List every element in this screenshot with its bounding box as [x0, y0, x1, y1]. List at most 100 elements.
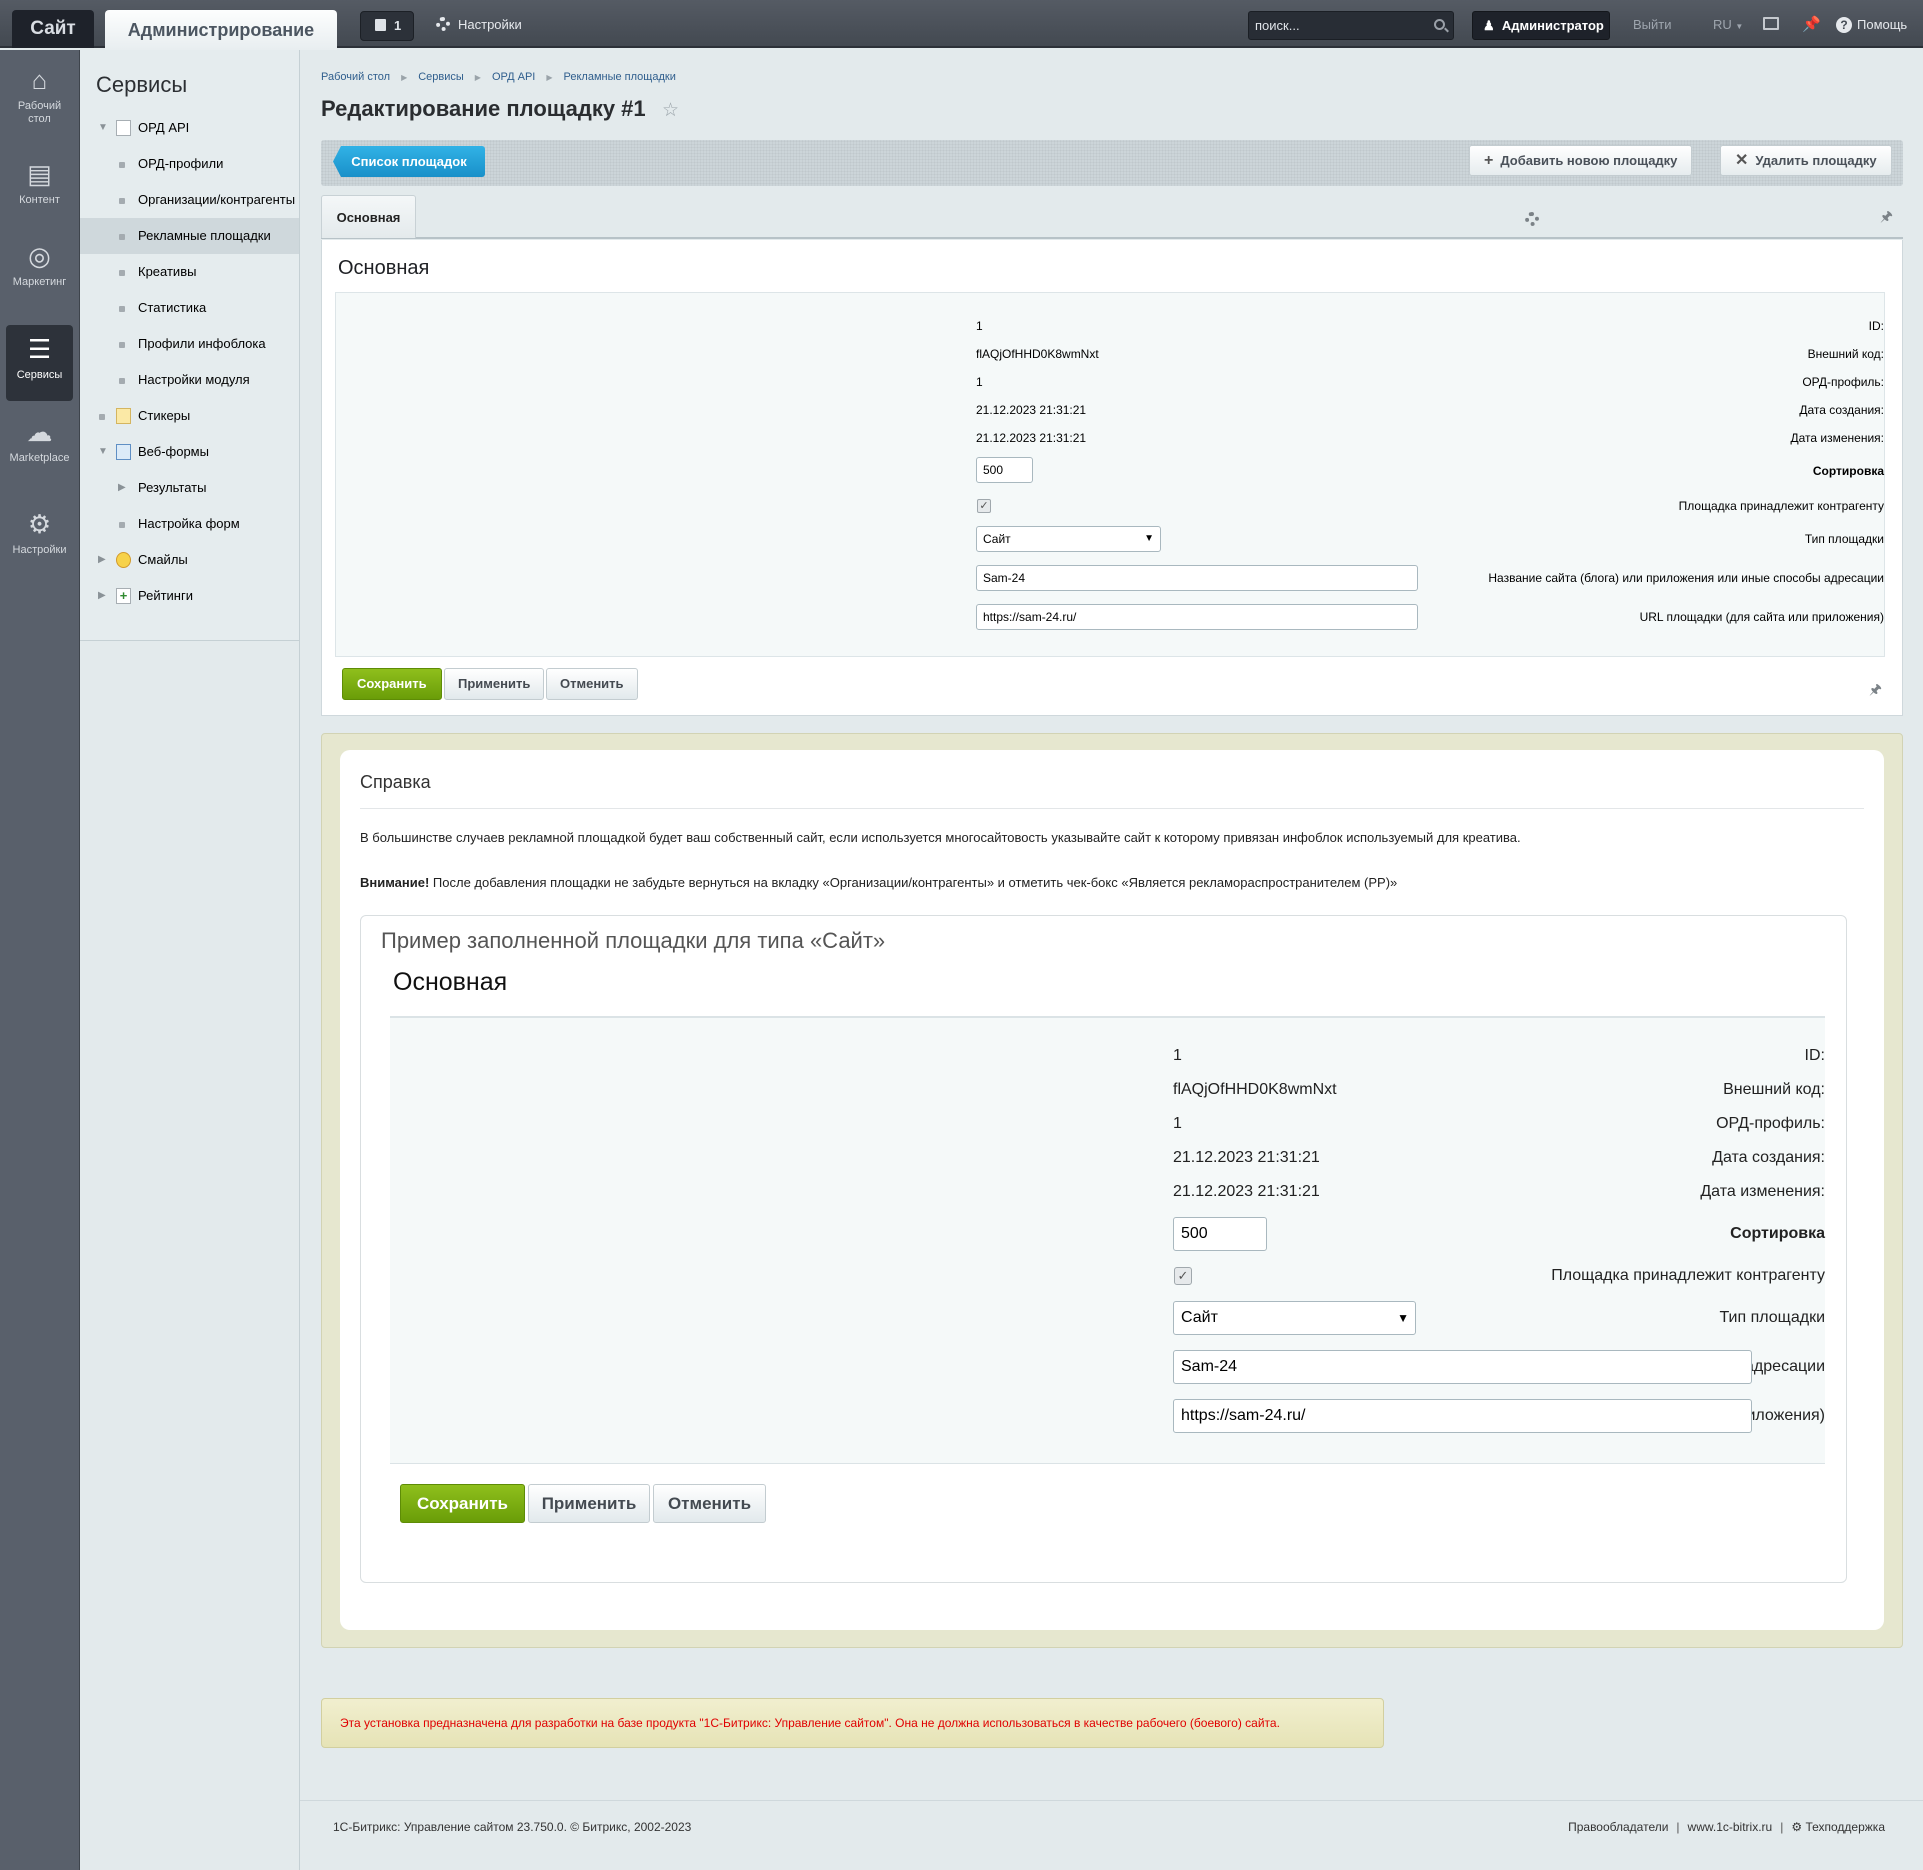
- field-label: Внешний код:: [1807, 347, 1884, 361]
- user-icon: ♟: [1483, 18, 1502, 33]
- sidebar-item-organizations[interactable]: Организации/контрагенты: [80, 182, 299, 218]
- bullet-icon: [119, 162, 125, 168]
- footer-link-site[interactable]: www.1c-bitrix.ru: [1688, 1820, 1773, 1834]
- language-select[interactable]: RU ▼: [1713, 14, 1743, 38]
- site-name-input[interactable]: Sam-24: [976, 565, 1418, 591]
- tabs-bar: Основная: [321, 195, 1903, 239]
- logout-link[interactable]: Выйти: [1633, 14, 1672, 36]
- field-external-code: Внешний код: flAQjOfHHD0K8wmNxt: [336, 344, 1884, 364]
- sidebar-item-webforms[interactable]: ▼ Веб-формы: [80, 434, 299, 470]
- search-input[interactable]: поиск...: [1248, 11, 1454, 40]
- cloud-download-icon: ☁: [26, 417, 53, 447]
- sidebar-item-label: ОРД-профили: [138, 156, 224, 171]
- pin-icon[interactable]: 🖈: [1880, 206, 1893, 230]
- admin-tab[interactable]: Администрирование: [105, 10, 337, 50]
- sidebar-item-label: Профили инфоблока: [138, 336, 266, 351]
- list-platforms-button[interactable]: Список площадок: [333, 146, 485, 177]
- example-fields: ID: 1 Внешний код: flAQjOfHHD0K8wmNxt ОРД-…: [390, 1016, 1825, 1464]
- rail-item-services[interactable]: ☰ Сервисы: [6, 325, 73, 401]
- layers-icon: ☰: [27, 334, 52, 364]
- user-button[interactable]: ♟ Администратор: [1472, 11, 1610, 40]
- field-label: ID:: [1804, 1047, 1825, 1064]
- sidebar-item-module-settings[interactable]: Настройки модуля: [80, 362, 299, 398]
- footer-link-rights[interactable]: Правообладатели: [1568, 1820, 1668, 1834]
- expanded-arrow-icon[interactable]: ▼: [98, 434, 108, 470]
- site-tab[interactable]: Сайт: [12, 10, 94, 48]
- type-select[interactable]: Сайт ▼: [976, 526, 1161, 552]
- sort-input[interactable]: 500: [976, 457, 1033, 483]
- sidebar-item-ratings[interactable]: ▶ + Рейтинги: [80, 578, 299, 614]
- expanded-arrow-icon[interactable]: ▼: [98, 110, 108, 146]
- collapsed-arrow-icon[interactable]: ▶: [98, 542, 106, 578]
- sidebar-divider: [80, 640, 300, 641]
- field-value: 1: [976, 375, 983, 389]
- bullet-icon: [99, 414, 105, 420]
- add-platform-button[interactable]: + Добавить новою площадку: [1469, 145, 1693, 176]
- help-link[interactable]: ? Помощь: [1836, 14, 1907, 36]
- breadcrumb-item[interactable]: ОРД API: [492, 71, 535, 83]
- pin-icon[interactable]: 🖈: [1869, 679, 1882, 703]
- sticker-icon: [116, 408, 131, 424]
- plus-icon: +: [1484, 152, 1494, 169]
- apply-button[interactable]: Применить: [444, 668, 545, 700]
- example-site-name-input: Sam-24: [1173, 1350, 1752, 1384]
- warning-bold: Внимание!: [360, 875, 430, 890]
- save-button[interactable]: Сохранить: [342, 668, 442, 700]
- sidebar-item-creatives[interactable]: Креативы: [80, 254, 299, 290]
- sidebar-item-results[interactable]: ▶ Результаты: [80, 470, 299, 506]
- breadcrumb-item[interactable]: Рекламные площадки: [564, 71, 676, 83]
- field-label: Дата изменения:: [1790, 431, 1885, 445]
- gear-icon: [436, 17, 450, 31]
- breadcrumb-item[interactable]: Рабочий стол: [321, 71, 390, 83]
- add-platform-label: Добавить новою площадку: [1500, 153, 1678, 168]
- help-panel: Справка В большинстве случаев рекламной …: [321, 733, 1903, 1648]
- rail-item-desktop[interactable]: ⌂ Рабочий стол: [6, 56, 73, 132]
- field-value: flAQjOfHHD0K8wmNxt: [1173, 1081, 1337, 1098]
- search-icon[interactable]: [1434, 19, 1445, 30]
- rail-item-settings[interactable]: ⚙ Настройки: [6, 500, 73, 576]
- sidebar-item-smiles[interactable]: ▶ Смайлы: [80, 542, 299, 578]
- chevron-down-icon: ▼: [1735, 22, 1744, 31]
- sidebar-item-iblock-profiles[interactable]: Профили инфоблока: [80, 326, 299, 362]
- help-icon: ?: [1836, 17, 1852, 33]
- field-belongs: Площадка принадлежит контрагенту ✓: [336, 496, 1884, 516]
- breadcrumb-separator-icon: ▶: [401, 73, 408, 82]
- field-id: ID: 1: [336, 316, 1884, 336]
- settings-link[interactable]: Настройки: [436, 14, 522, 36]
- rail-item-marketplace[interactable]: ☁ Marketplace: [6, 408, 73, 484]
- pin-icon[interactable]: 📌: [1802, 15, 1821, 33]
- breadcrumb-item[interactable]: Сервисы: [418, 71, 464, 83]
- favorite-star-icon[interactable]: ☆: [662, 99, 679, 122]
- rail-label: Маркетинг: [12, 276, 67, 288]
- cancel-button[interactable]: Отменить: [546, 668, 638, 700]
- rail-item-marketing[interactable]: ◎ Маркетинг: [6, 232, 73, 308]
- sidebar-item-ord-profiles[interactable]: ОРД-профили: [80, 146, 299, 182]
- rail-item-content[interactable]: ▤ Контент: [6, 150, 73, 226]
- belongs-checkbox[interactable]: ✓: [977, 499, 991, 513]
- sidebar-item-label: Статистика: [138, 300, 207, 315]
- gear-icon[interactable]: [1525, 212, 1539, 226]
- keyboard-icon[interactable]: [1763, 17, 1779, 30]
- footer-link-support[interactable]: Техподдержка: [1805, 1820, 1885, 1834]
- example-section-title: Основная: [393, 968, 508, 996]
- info-icon: [375, 19, 386, 31]
- sidebar-item-stickers[interactable]: Стикеры: [80, 398, 299, 434]
- example-title: Пример заполненной площадки для типа «Са…: [381, 928, 886, 953]
- context-toolbar: Список площадок + Добавить новою площадку…: [321, 140, 1903, 186]
- smile-icon: [116, 552, 131, 568]
- sidebar-item-form-settings[interactable]: Настройка форм: [80, 506, 299, 542]
- example-cancel-button: Отменить: [653, 1484, 766, 1523]
- field-site-name: Название сайта (блога) или приложения ил…: [336, 565, 1884, 591]
- tab-main[interactable]: Основная: [321, 195, 416, 238]
- page-title: Редактирование площадку #1: [321, 96, 646, 121]
- delete-platform-button[interactable]: ✕ Удалить площадку: [1720, 145, 1892, 176]
- sidebar-item-statistics[interactable]: Статистика: [80, 290, 299, 326]
- url-input[interactable]: https://sam-24.ru/: [976, 604, 1418, 630]
- collapsed-arrow-icon[interactable]: ▶: [118, 470, 126, 506]
- sidebar-item-ord-api[interactable]: ▼ ОРД API: [80, 110, 299, 146]
- collapsed-arrow-icon[interactable]: ▶: [98, 578, 106, 614]
- rail-label: Рабочий стол: [17, 100, 62, 125]
- sidebar-item-ad-platforms[interactable]: Рекламные площадки: [80, 218, 299, 254]
- notifications-button[interactable]: 1: [360, 11, 414, 41]
- home-icon: ⌂: [31, 65, 48, 95]
